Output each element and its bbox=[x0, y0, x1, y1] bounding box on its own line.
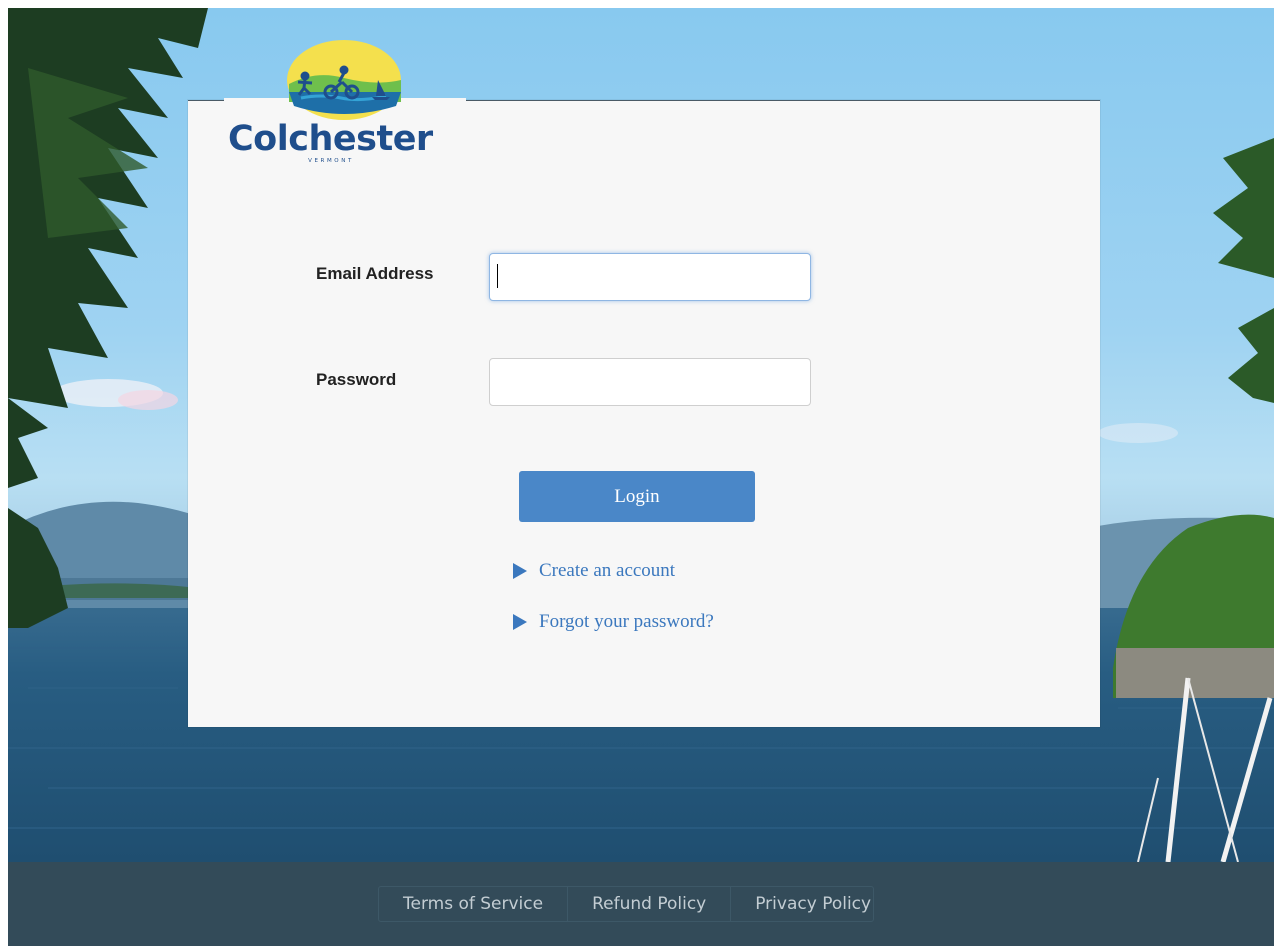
create-account-link[interactable]: Create an account bbox=[513, 560, 675, 582]
email-input[interactable] bbox=[489, 253, 811, 301]
brand-name: Colchester bbox=[228, 119, 433, 159]
refund-policy-link[interactable]: Refund Policy bbox=[568, 887, 732, 921]
password-label: Password bbox=[316, 370, 397, 389]
top-cropped-text-strip bbox=[0, 0, 1274, 8]
create-account-label: Create an account bbox=[539, 560, 676, 581]
triangle-right-icon bbox=[513, 563, 527, 579]
text-caret bbox=[497, 264, 498, 288]
brand-state: VERMONT bbox=[308, 158, 354, 164]
footer: Terms of Service Refund Policy Privacy P… bbox=[8, 862, 1274, 946]
forgot-password-link[interactable]: Forgot your password? bbox=[513, 611, 714, 633]
password-input[interactable] bbox=[489, 358, 811, 406]
email-label: Email Address bbox=[316, 264, 434, 283]
footer-links: Terms of Service Refund Policy Privacy P… bbox=[378, 886, 875, 922]
privacy-policy-link[interactable]: Privacy Policy bbox=[731, 887, 873, 921]
triangle-right-icon bbox=[513, 614, 527, 630]
forgot-password-label: Forgot your password? bbox=[539, 611, 714, 632]
terms-of-service-link[interactable]: Terms of Service bbox=[379, 887, 569, 921]
login-button[interactable]: Login bbox=[519, 471, 755, 522]
